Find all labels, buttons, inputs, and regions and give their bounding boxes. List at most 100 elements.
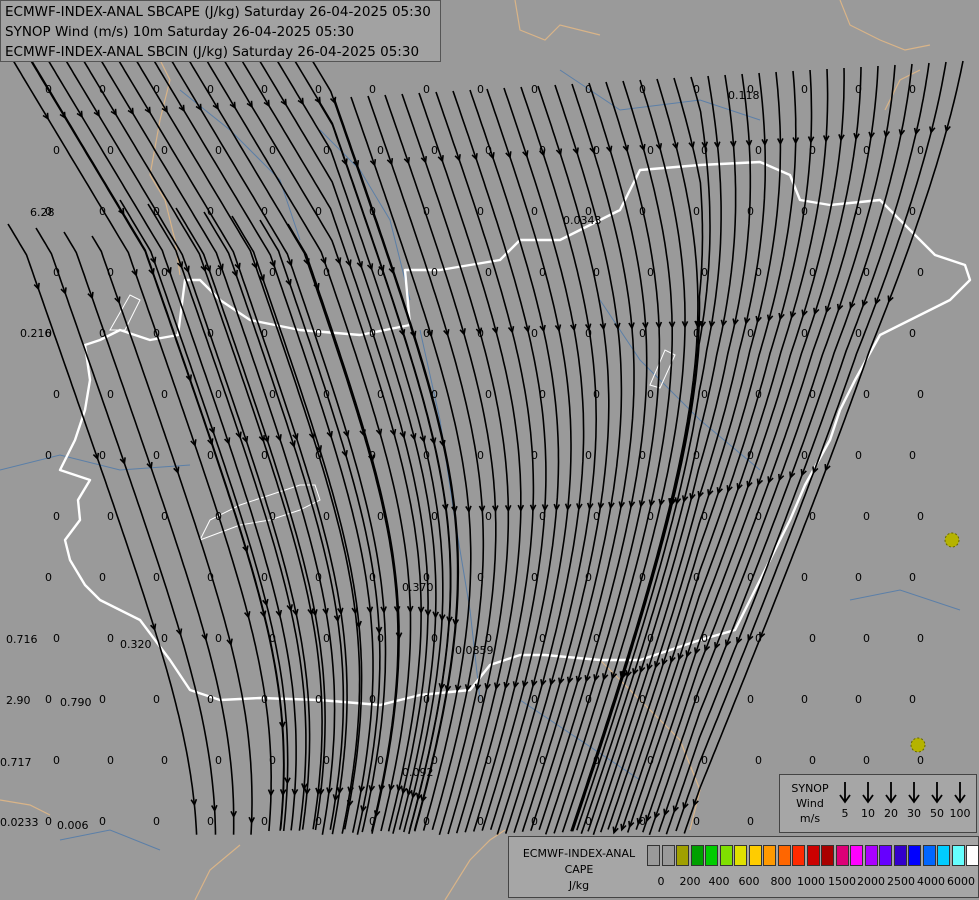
cape-value: 0 bbox=[215, 754, 222, 767]
cape-value: 0 bbox=[377, 266, 384, 279]
cape-value: 0.716 bbox=[6, 633, 38, 646]
wind-speed-label: 30 bbox=[907, 807, 921, 820]
cape-color-swatch bbox=[763, 845, 776, 866]
streamline bbox=[35, 227, 217, 835]
cape-value: 0 bbox=[323, 388, 330, 401]
cape-value: 0 bbox=[153, 571, 160, 584]
cape-value: 0 bbox=[693, 693, 700, 706]
cape-value: 0 bbox=[53, 388, 60, 401]
cape-value: 0 bbox=[207, 449, 214, 462]
cape-value: 0.092 bbox=[402, 766, 434, 779]
cape-value: 0 bbox=[107, 266, 114, 279]
cape-value: 0 bbox=[45, 83, 52, 96]
cape-tick-label: 4000 bbox=[917, 875, 945, 888]
cape-value: 0 bbox=[153, 815, 160, 828]
cape-value: 0 bbox=[855, 205, 862, 218]
cape-value: 0 bbox=[153, 83, 160, 96]
cape-value: 0 bbox=[639, 693, 646, 706]
cape-value: 0 bbox=[909, 449, 916, 462]
cape-value: 0 bbox=[585, 83, 592, 96]
cape-value: 0 bbox=[585, 815, 592, 828]
cape-value: 0 bbox=[531, 205, 538, 218]
cape-value: 0 bbox=[99, 83, 106, 96]
cape-value: 0 bbox=[477, 815, 484, 828]
cape-value: 0 bbox=[369, 693, 376, 706]
cape-value: 0 bbox=[53, 632, 60, 645]
cape-value: 0 bbox=[315, 327, 322, 340]
cape-value: 0 bbox=[207, 327, 214, 340]
cape-value: 0 bbox=[593, 388, 600, 401]
cape-value: 2.90 bbox=[6, 694, 31, 707]
cape-value: 0 bbox=[369, 449, 376, 462]
cape-value: 0 bbox=[45, 815, 52, 828]
streamline bbox=[665, 62, 930, 835]
cape-color-swatch bbox=[908, 845, 921, 866]
cape-value: 0 bbox=[369, 83, 376, 96]
cape-value: 0 bbox=[207, 815, 214, 828]
cape-value: 0 bbox=[585, 693, 592, 706]
cape-color-swatch bbox=[705, 845, 718, 866]
cape-tick-label: 400 bbox=[708, 875, 730, 888]
cape-spot bbox=[944, 532, 960, 548]
wind-barb-sample: 20 bbox=[880, 780, 902, 820]
cape-value: 0 bbox=[593, 754, 600, 767]
cape-value: 0 bbox=[323, 266, 330, 279]
cape-value: 0 bbox=[755, 144, 762, 157]
river bbox=[59, 829, 161, 851]
cape-value: 0 bbox=[207, 83, 214, 96]
terrain-line bbox=[444, 829, 506, 900]
cape-value: 0 bbox=[45, 449, 52, 462]
cape-value: 0 bbox=[755, 510, 762, 523]
cape-color-swatch bbox=[893, 845, 907, 866]
cape-value: 0 bbox=[377, 754, 384, 767]
cape-value: 0 bbox=[539, 510, 546, 523]
cape-value: 0 bbox=[855, 449, 862, 462]
cape-value: 0 bbox=[369, 815, 376, 828]
cape-value: 0 bbox=[215, 266, 222, 279]
map-title-box: ECMWF-INDEX-ANAL SBCAPE (J/kg) Saturday … bbox=[0, 0, 441, 62]
cape-value: 0 bbox=[755, 266, 762, 279]
cape-value: 0 bbox=[53, 266, 60, 279]
cape-value: 0 bbox=[909, 693, 916, 706]
cape-value: 0 bbox=[809, 510, 816, 523]
cape-value: 0 bbox=[647, 632, 654, 645]
cape-value: 0 bbox=[917, 754, 924, 767]
cape-value: 0 bbox=[45, 693, 52, 706]
streamline bbox=[163, 47, 387, 833]
cape-value: 0 bbox=[701, 754, 708, 767]
cape-value: 0.0343 bbox=[563, 214, 602, 227]
cape-value: 0 bbox=[801, 571, 808, 584]
cape-value: 0 bbox=[423, 815, 430, 828]
cape-color-swatch bbox=[879, 845, 892, 866]
cape-value: 0 bbox=[485, 266, 492, 279]
cape-value: 0 bbox=[855, 83, 862, 96]
cape-value: 0 bbox=[755, 388, 762, 401]
cape-legend-title: ECMWF-INDEX-ANAL CAPE J/kg bbox=[522, 847, 636, 892]
cape-color-swatch bbox=[821, 845, 834, 866]
cape-value: 0 bbox=[909, 327, 916, 340]
cape-value: 0 bbox=[909, 571, 916, 584]
cape-tick-label: 1000 bbox=[797, 875, 825, 888]
cape-value: 0 bbox=[855, 327, 862, 340]
cape-value: 0 bbox=[99, 571, 106, 584]
cape-value: 0 bbox=[909, 83, 916, 96]
cape-value: 0.0859 bbox=[455, 644, 494, 657]
cape-value: 0 bbox=[377, 144, 384, 157]
cape-value: 0 bbox=[107, 144, 114, 157]
cape-value: 0 bbox=[269, 510, 276, 523]
cape-value: 0.118 bbox=[728, 89, 760, 102]
cape-value: 0 bbox=[207, 693, 214, 706]
streamline bbox=[180, 46, 399, 832]
river bbox=[599, 299, 761, 471]
cape-color-swatch bbox=[937, 845, 950, 866]
cape-value: 0 bbox=[809, 266, 816, 279]
cape-value: 0 bbox=[531, 571, 538, 584]
cape-tick-label: 6000 bbox=[947, 875, 975, 888]
cape-value: 0 bbox=[647, 510, 654, 523]
cape-value: 0 bbox=[99, 327, 106, 340]
cape-value: 0 bbox=[161, 632, 168, 645]
cape-value: 0 bbox=[647, 144, 654, 157]
cape-value: 0 bbox=[647, 388, 654, 401]
cape-value: 0 bbox=[315, 815, 322, 828]
cape-value: 0 bbox=[801, 205, 808, 218]
